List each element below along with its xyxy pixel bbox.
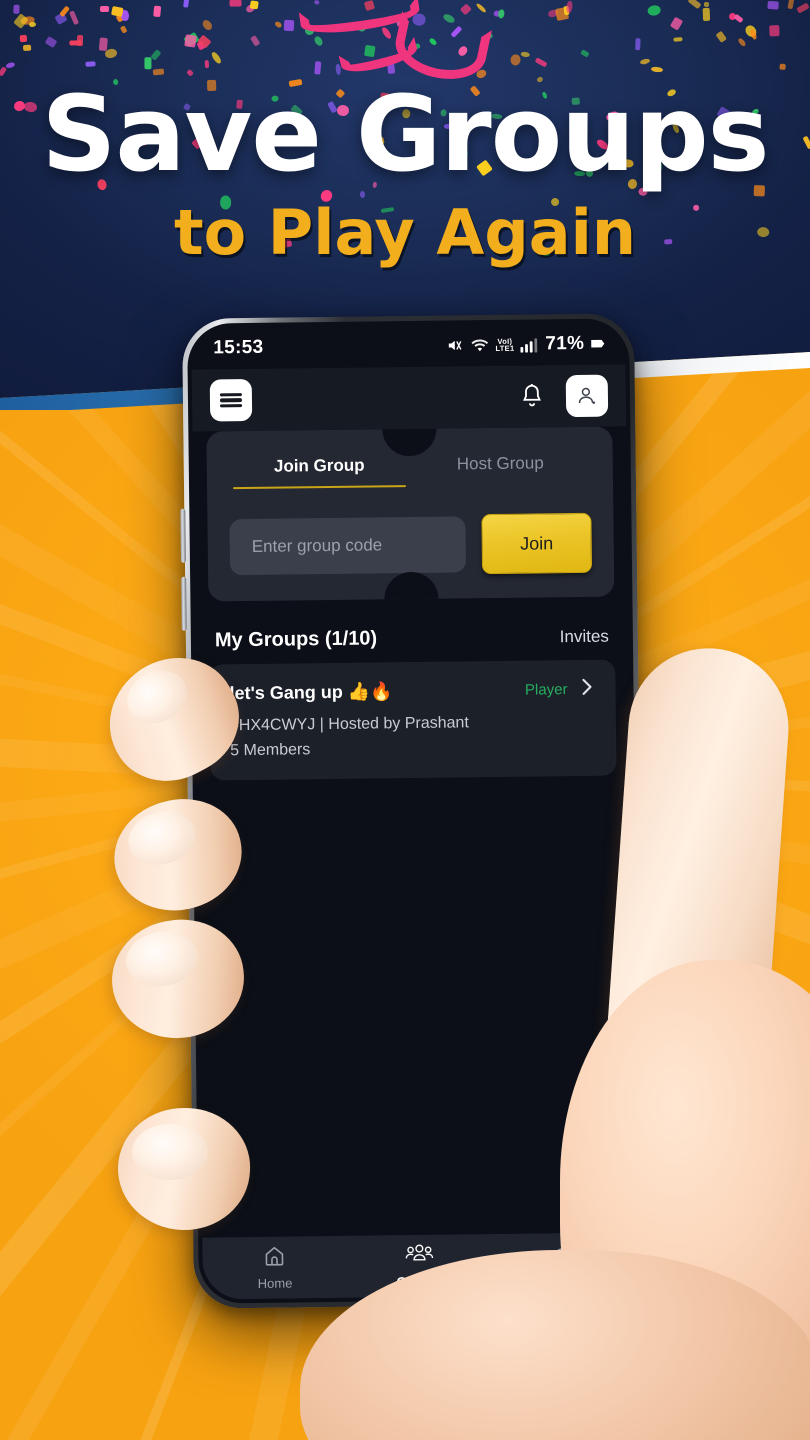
status-time: 15:53 (213, 336, 264, 359)
phone-mockup: 15:53 VoI) LTE1 71% Join Group Host Grou… (180, 313, 647, 1309)
bell-icon[interactable] (512, 376, 552, 416)
tab-host-group[interactable]: Host Group (410, 453, 591, 487)
group-name: let's Gang up 👍🔥 (229, 681, 393, 704)
mute-icon (445, 337, 464, 353)
group-card[interactable]: let's Gang up 👍🔥 Player #HX4CWYJ | Hoste… (209, 659, 617, 781)
ticket-notch-bottom (384, 571, 439, 600)
volume-up-button[interactable] (180, 508, 186, 563)
ticket-card: Join Group Host Group Enter group code J… (206, 426, 615, 602)
wifi-icon (470, 338, 489, 353)
groups-list: let's Gang up 👍🔥 Player #HX4CWYJ | Hoste… (195, 659, 637, 1238)
nav-item-activities[interactable]: Activities (492, 1239, 636, 1288)
join-button[interactable]: Join (481, 512, 593, 575)
phone-screen: 15:53 VoI) LTE1 71% Join Group Host Grou… (191, 322, 637, 1300)
my-groups-title: My Groups (1/10) (214, 627, 378, 652)
group-code-input[interactable]: Enter group code (229, 516, 467, 576)
nav-item-groups[interactable]: Groups (348, 1241, 492, 1290)
my-groups-header: My Groups (1/10) Invites (194, 606, 630, 665)
tab-join-group[interactable]: Join Group (229, 455, 410, 489)
nav-label-activities: Activities (538, 1271, 591, 1288)
people-group-icon (405, 1241, 434, 1270)
join-host-section: Join Group Host Group Enter group code J… (192, 426, 629, 612)
chevron-right-icon[interactable] (579, 678, 595, 701)
headline-line-1: Save Groups (41, 73, 769, 195)
bottom-navigation: Home Groups Activities (202, 1232, 637, 1300)
battery-percent-label: 71% (545, 332, 585, 355)
home-icon (263, 1243, 287, 1272)
volte-icon: VoI) LTE1 (495, 336, 515, 353)
group-details: #HX4CWYJ | Hosted by Prashant (229, 714, 469, 735)
battery-icon (590, 337, 605, 351)
nav-label-home: Home (257, 1275, 293, 1291)
person-add-icon[interactable] (565, 374, 609, 418)
hamburger-menu-icon[interactable] (209, 378, 253, 422)
activity-play-icon (552, 1240, 576, 1269)
nav-item-home[interactable]: Home (203, 1242, 347, 1291)
status-bar: 15:53 VoI) LTE1 71% (191, 322, 625, 369)
invites-link[interactable]: Invites (560, 626, 609, 647)
volume-down-button[interactable] (181, 576, 187, 631)
headline-line-2: to Play Again (173, 196, 637, 269)
group-mode-tabs: Join Group Host Group (229, 453, 591, 489)
nav-label-groups: Groups (396, 1273, 443, 1289)
group-role-badge: Player (524, 681, 568, 699)
app-bar (191, 364, 627, 432)
ticket-notch-top (382, 428, 437, 457)
group-members-count: 5 Members (230, 741, 311, 760)
signal-bars-icon (520, 337, 538, 353)
promo-headline: Save Groups to Play Again (0, 0, 810, 264)
power-button[interactable] (184, 838, 190, 879)
